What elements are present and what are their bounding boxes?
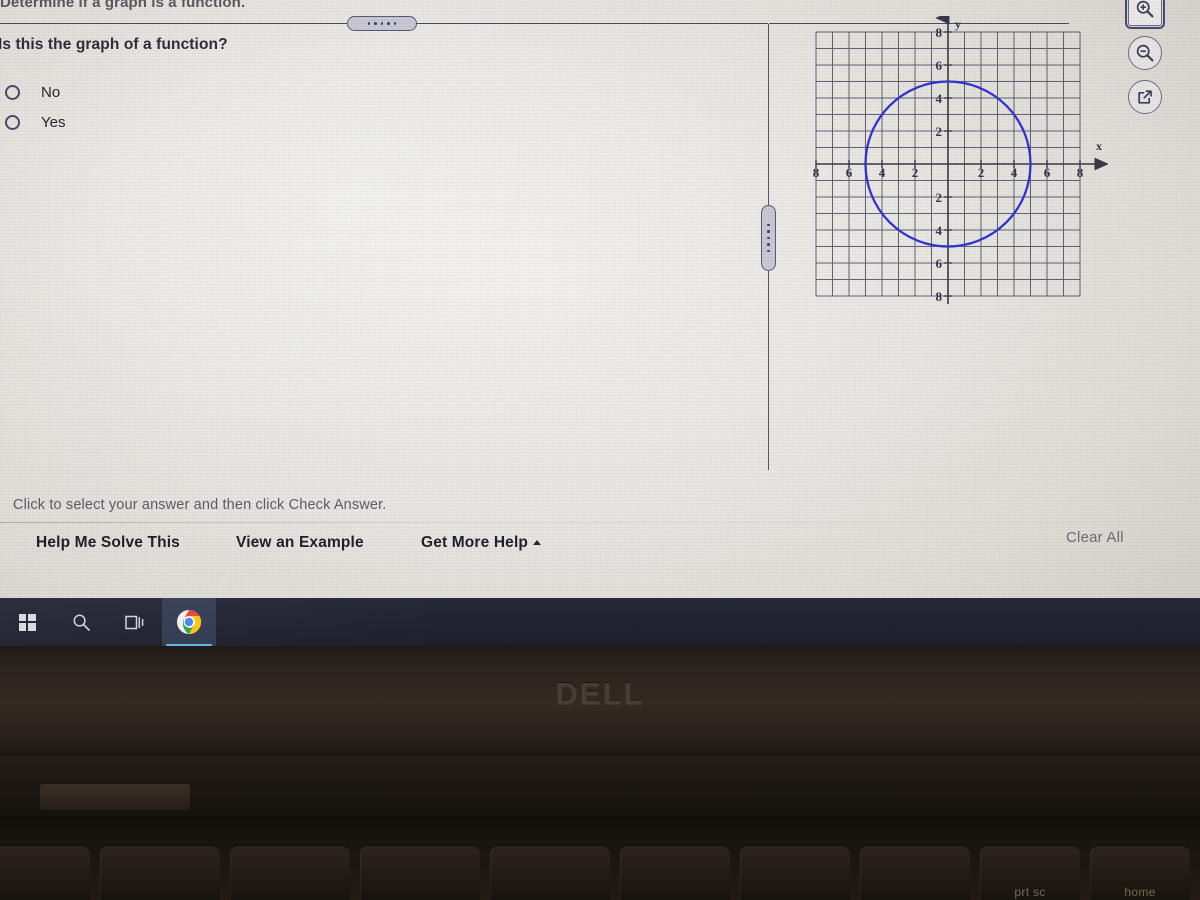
chrome-icon: [177, 610, 202, 634]
splitter-dot: [767, 230, 770, 233]
x-tick-label: 4: [1011, 165, 1018, 180]
instruction-text: Click to select your answer and then cli…: [13, 497, 387, 513]
get-more-help-label: Get More Help: [421, 534, 529, 551]
search-icon: [73, 614, 90, 631]
y-axis-label: y: [955, 17, 961, 31]
y-tick-label: 8: [936, 289, 943, 304]
search-button[interactable]: [54, 598, 108, 646]
splitter-dot: [767, 223, 770, 227]
y-tick-label: 8: [936, 25, 943, 40]
keyboard-key-label: prt sc: [1014, 885, 1046, 899]
x-tick-label: 2: [978, 165, 985, 180]
view-an-example-button[interactable]: View an Example: [236, 534, 364, 552]
open-in-new-window-button[interactable]: [1128, 80, 1162, 114]
coordinate-plane-graph[interactable]: 8 6 4 2 2 4 6 8 8 6 4 2 2 4 6 8 x y: [808, 16, 1108, 304]
x-axis-label: x: [1096, 139, 1102, 153]
caret-up-icon: [533, 540, 542, 545]
keyboard-key[interactable]: [740, 846, 850, 900]
y-tick-label: 2: [936, 124, 943, 139]
keyboard-key[interactable]: [0, 846, 90, 900]
start-button[interactable]: [0, 598, 54, 646]
vertical-splitter-line-lower: [768, 270, 769, 470]
y-tick-label: 6: [936, 58, 943, 73]
keyboard-key-prt-sc[interactable]: prt sc: [980, 846, 1080, 900]
hinge-label-strip: [40, 784, 190, 810]
keyboard-key-label: home: [1124, 885, 1156, 899]
horizontal-splitter-handle[interactable]: [347, 16, 417, 31]
laptop-bottom-bezel: DELL: [0, 646, 1200, 756]
zoom-out-icon: [1136, 44, 1154, 62]
x-tick-label: 4: [879, 165, 886, 180]
radio-button-yes[interactable]: [5, 115, 20, 130]
y-tick-label: 2: [936, 190, 943, 205]
splitter-dot: [393, 22, 397, 25]
graph-axes: [816, 16, 1108, 304]
dell-logo: DELL: [556, 676, 645, 712]
y-tick-label: 4: [936, 91, 943, 106]
x-tick-label: 2: [912, 165, 919, 180]
keyboard-key[interactable]: [620, 846, 730, 900]
open-in-new-window-icon: [1138, 90, 1152, 104]
vertical-splitter-handle[interactable]: [761, 205, 776, 271]
chrome-button[interactable]: [162, 598, 216, 646]
dell-logo-text: DELL: [555, 676, 645, 711]
footer-toolbar: Help Me Solve This View an Example Get M…: [0, 523, 1200, 578]
question-prompt: Is this the graph of a function?: [0, 36, 228, 53]
x-tick-label: 8: [1077, 165, 1084, 180]
graph-svg: 8 6 4 2 2 4 6 8 8 6 4 2 2 4 6 8 x y: [813, 16, 1108, 304]
page-title: Determine if a graph is a function.: [0, 0, 246, 11]
get-more-help-button[interactable]: Get More Help: [421, 534, 542, 552]
splitter-dot: [374, 22, 377, 25]
task-view-icon: [125, 615, 144, 629]
answer-option-no[interactable]: No: [0, 84, 60, 101]
x-tick-label: 8: [813, 165, 820, 180]
answer-option-yes[interactable]: Yes: [0, 114, 65, 131]
splitter-dot: [367, 22, 371, 25]
y-tick-label: 6: [936, 256, 943, 271]
radio-button-no[interactable]: [5, 85, 20, 100]
keyboard-key[interactable]: [230, 846, 350, 900]
keyboard-key[interactable]: [860, 846, 970, 900]
splitter-dot: [767, 236, 770, 240]
keyboard-key[interactable]: [100, 846, 220, 900]
y-tick-label: 4: [936, 223, 943, 238]
windows-logo-icon: [18, 613, 36, 631]
windows-taskbar: [0, 598, 1200, 646]
answer-option-yes-label: Yes: [41, 114, 66, 131]
zoom-in-button[interactable]: [1125, 0, 1165, 29]
clear-all-button[interactable]: Clear All: [1066, 529, 1124, 546]
splitter-dot: [767, 249, 770, 253]
keyboard-key[interactable]: [490, 846, 610, 900]
x-tick-label: 6: [1044, 165, 1051, 180]
help-me-solve-this-button[interactable]: Help Me Solve This: [36, 534, 180, 552]
zoom-out-button[interactable]: [1128, 36, 1162, 70]
vertical-splitter-line-upper: [768, 24, 769, 214]
keyboard-key[interactable]: [360, 846, 480, 900]
zoom-in-icon: [1136, 0, 1154, 18]
graph-tool-palette: [1125, 0, 1168, 124]
laptop-screen: Determine if a graph is a function. Is t…: [0, 0, 1200, 600]
splitter-dot: [380, 22, 384, 25]
laptop-keyboard: prt sc home: [0, 816, 1200, 900]
laptop-hinge-area: [0, 756, 1200, 816]
x-tick-label: 6: [846, 165, 853, 180]
keyboard-key-home[interactable]: home: [1090, 846, 1190, 900]
answer-option-no-label: No: [41, 84, 61, 101]
splitter-dot: [767, 243, 770, 246]
splitter-dot: [387, 22, 390, 25]
task-view-button[interactable]: [108, 598, 162, 646]
